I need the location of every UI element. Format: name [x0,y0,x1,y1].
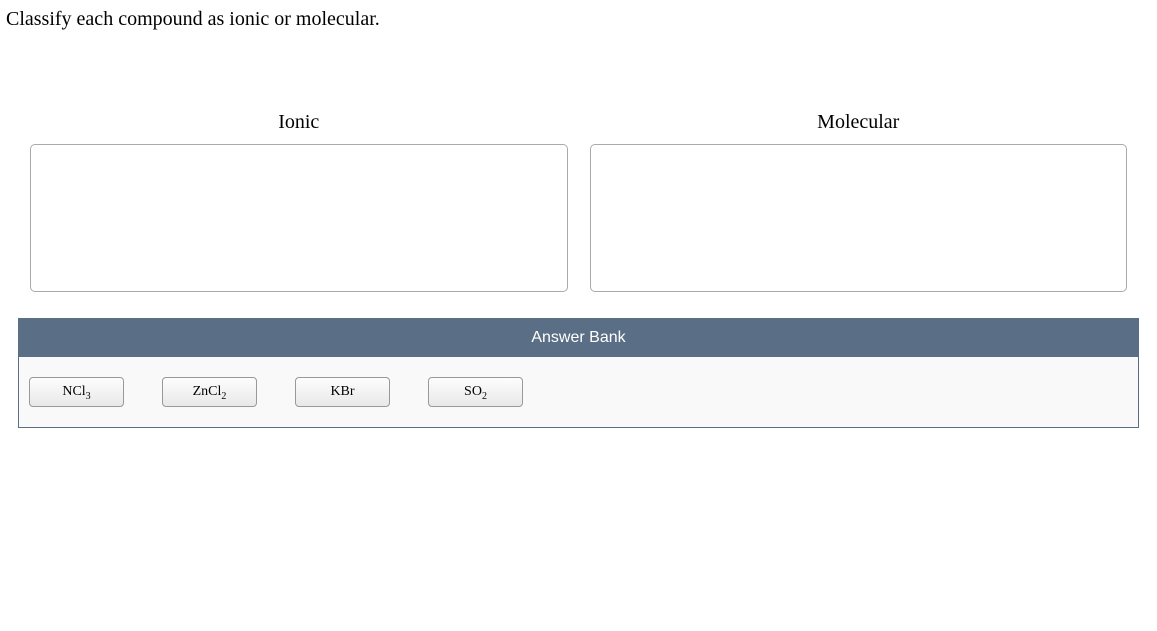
categories-container: Ionic Molecular [0,111,1157,292]
answer-bank-header: Answer Bank [19,319,1138,357]
compound-ncl3[interactable]: NCl3 [29,377,124,407]
compound-formula: KBr [330,384,354,400]
answer-bank-items: NCl3 ZnCl2 KBr SO2 [19,357,1138,427]
compound-kbr[interactable]: KBr [295,377,390,407]
drop-zone-ionic[interactable] [30,144,568,292]
compound-formula: SO2 [464,384,487,400]
compound-formula: ZnCl2 [193,384,227,400]
compound-so2[interactable]: SO2 [428,377,523,407]
answer-bank: Answer Bank NCl3 ZnCl2 KBr SO2 [18,318,1139,428]
drop-zone-molecular[interactable] [590,144,1128,292]
compound-formula: NCl3 [62,384,90,400]
category-label-ionic: Ionic [278,111,319,134]
category-ionic: Ionic [30,111,568,292]
compound-zncl2[interactable]: ZnCl2 [162,377,257,407]
category-molecular: Molecular [590,111,1128,292]
question-prompt: Classify each compound as ionic or molec… [0,0,1157,31]
category-label-molecular: Molecular [817,111,899,134]
